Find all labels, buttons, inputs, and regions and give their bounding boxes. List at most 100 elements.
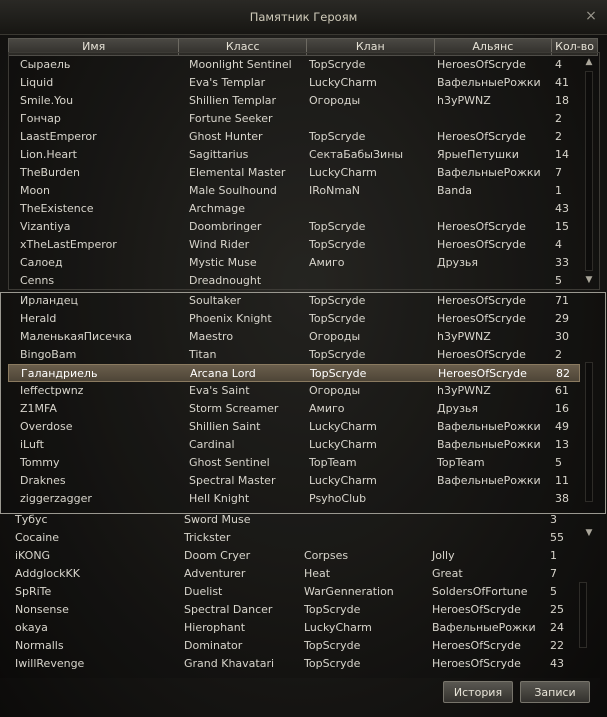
table-row[interactable]: Nonsense Spectral Dancer TopScryde HeroesOf… bbox=[4, 601, 576, 619]
table-row[interactable]: okaya Hierophant LuckyCharm ВафельныеРожки 2… bbox=[4, 619, 576, 637]
table-row[interactable]: Liquid Eva's Templar LuckyCharm ВафельныеРо… bbox=[10, 74, 580, 92]
table-row[interactable]: Cenns Dreadnought 5 bbox=[10, 272, 580, 290]
cell-clan: TopScryde bbox=[304, 657, 361, 670]
table-row[interactable]: AddglockKK Adventurer Heat Great 7 bbox=[4, 565, 576, 583]
cell-clan: LuckyCharm bbox=[309, 420, 377, 433]
cell-alliance: HeroesOfScryde bbox=[437, 238, 526, 251]
cell-alliance: HeroesOfScryde bbox=[438, 367, 527, 380]
table-row[interactable]: Overdose Shillien Saint LuckyCharm Вафельны… bbox=[8, 418, 580, 436]
cell-count: 61 bbox=[555, 384, 569, 397]
table-row[interactable]: Салоед Mystic Muse Амиго Друзья 33 bbox=[10, 254, 580, 272]
cell-alliance: Great bbox=[432, 567, 463, 580]
table-row[interactable]: Ieffectpwnz Eva's Saint Огороды h3yPWNZ 61 bbox=[8, 382, 580, 400]
cell-name: Overdose bbox=[20, 420, 73, 433]
table-row[interactable]: Draknes Spectral Master LuckyCharm Вафельны… bbox=[8, 472, 580, 490]
table-row[interactable]: Vizantiya Doombringer TopScryde HeroesOfScr… bbox=[10, 218, 580, 236]
cell-class: Duelist bbox=[184, 585, 223, 598]
cell-class: Archmage bbox=[189, 202, 246, 215]
cell-name: Smile.You bbox=[20, 94, 74, 107]
cell-class: Storm Screamer bbox=[189, 402, 279, 415]
cell-name: Ирландец bbox=[20, 294, 79, 307]
cell-name: Lion.Heart bbox=[20, 148, 77, 161]
cell-clan: LuckyCharm bbox=[309, 166, 377, 179]
cell-clan: LuckyCharm bbox=[304, 621, 372, 634]
cell-alliance: HeroesOfScryde bbox=[437, 130, 526, 143]
table-row[interactable]: TheExistence Archmage 43 bbox=[10, 200, 580, 218]
top-scrollbar[interactable]: ▲ ▼ bbox=[582, 57, 596, 287]
table-row[interactable]: Тубус Sword Muse 3 bbox=[4, 511, 576, 529]
cell-name: SpRiTe bbox=[15, 585, 52, 598]
cell-alliance: TopTeam bbox=[437, 456, 485, 469]
cell-class: Wind Rider bbox=[189, 238, 250, 251]
cell-class: Grand Khavatari bbox=[184, 657, 275, 670]
scroll-track[interactable] bbox=[579, 582, 587, 648]
table-row[interactable]: xTheLastEmperor Wind Rider TopScryde Heroes… bbox=[10, 236, 580, 254]
history-button[interactable]: История bbox=[443, 681, 513, 703]
table-row[interactable]: iKONG Doom Cryer Corpses Jolly 1 bbox=[4, 547, 576, 565]
cell-clan: PsyhoClub bbox=[309, 492, 367, 505]
table-row[interactable]: МаленькаяПисечка Maestro Огороды h3yPWNZ 30 bbox=[8, 328, 580, 346]
table-row[interactable]: ziggerzagger Hell Knight PsyhoClub 38 bbox=[8, 490, 580, 508]
cell-name: Tommy bbox=[20, 456, 60, 469]
table-row[interactable]: Ирландец Soultaker TopScryde HeroesOfScryde… bbox=[8, 292, 580, 310]
scroll-track[interactable] bbox=[585, 71, 593, 271]
cell-class: Moonlight Sentinel bbox=[189, 58, 292, 71]
table-row[interactable]: SpRiTe Duelist WarGenneration SoldersOfFort… bbox=[4, 583, 576, 601]
cell-name: Галандриель bbox=[21, 367, 98, 380]
bottom-scrollbar[interactable] bbox=[576, 582, 590, 682]
cell-alliance: HeroesOfScryde bbox=[437, 220, 526, 233]
table-row[interactable]: Smile.You Shillien Templar Огороды h3yPWNZ 1… bbox=[10, 92, 580, 110]
table-row[interactable]: LaastEmperor Ghost Hunter TopScryde HeroesO… bbox=[10, 128, 580, 146]
cell-alliance: HeroesOfScryde bbox=[437, 312, 526, 325]
cell-alliance: h3yPWNZ bbox=[437, 94, 491, 107]
cell-count: 29 bbox=[555, 312, 569, 325]
cell-name: ziggerzagger bbox=[20, 492, 92, 505]
cell-name: AddglockKK bbox=[15, 567, 80, 580]
cell-class: Hierophant bbox=[184, 621, 246, 634]
table-row[interactable]: IwillRevenge Grand Khavatari TopScryde Hero… bbox=[4, 655, 576, 673]
cell-clan: Амиго bbox=[309, 256, 345, 269]
cell-count: 43 bbox=[555, 202, 569, 215]
cell-name: Nonsense bbox=[15, 603, 69, 616]
table-row[interactable]: Cocaine Trickster 55 bbox=[4, 529, 576, 547]
table-row[interactable]: Normalls Dominator TopScryde HeroesOfScryde… bbox=[4, 637, 576, 655]
scroll-track[interactable] bbox=[585, 362, 593, 502]
table-row[interactable]: TheBurden Elemental Master LuckyCharm Вафел… bbox=[10, 164, 580, 182]
cell-count: 15 bbox=[555, 220, 569, 233]
cell-name: Ieffectpwnz bbox=[20, 384, 84, 397]
records-button[interactable]: Записи bbox=[520, 681, 590, 703]
cell-clan: Огороды bbox=[309, 384, 361, 397]
table-row[interactable]: Herald Phoenix Knight TopScryde HeroesOfScr… bbox=[8, 310, 580, 328]
table-row[interactable]: iLuft Cardinal LuckyCharm ВафельныеРожки 13 bbox=[8, 436, 580, 454]
table-row[interactable]: Гончар Fortune Seeker 2 bbox=[10, 110, 580, 128]
scroll-down-icon[interactable]: ▼ bbox=[582, 528, 596, 538]
cell-clan: TopScryde bbox=[310, 367, 367, 380]
scroll-up-icon[interactable]: ▲ bbox=[582, 57, 596, 67]
cell-name: Тубус bbox=[15, 513, 48, 526]
table-row[interactable]: Tommy Ghost Sentinel TopTeam TopTeam 5 bbox=[8, 454, 580, 472]
cell-name: Сыраель bbox=[20, 58, 71, 71]
table-row[interactable]: Сыраель Moonlight Sentinel TopScryde Heroes… bbox=[10, 56, 580, 74]
table-row[interactable]: Галандриель Arcana Lord TopScryde HeroesOfS… bbox=[8, 364, 580, 382]
scroll-down-icon[interactable]: ▼ bbox=[582, 275, 596, 285]
cell-alliance: SoldersOfFortune bbox=[432, 585, 528, 598]
middle-scrollbar[interactable]: ▼ bbox=[582, 352, 596, 538]
cell-alliance: Друзья bbox=[437, 402, 479, 415]
cell-clan: IRoNmaN bbox=[309, 184, 361, 197]
cell-alliance: ВафельныеРожки bbox=[437, 438, 541, 451]
table-row[interactable]: Lion.Heart Sagittarius СектаБабыЗины ЯрыеПе… bbox=[10, 146, 580, 164]
cell-alliance: HeroesOfScryde bbox=[432, 657, 521, 670]
cell-alliance: Banda bbox=[437, 184, 472, 197]
table-row[interactable]: Moon Male Soulhound IRoNmaN Banda 1 bbox=[10, 182, 580, 200]
cell-class: Eva's Saint bbox=[189, 384, 250, 397]
table-row[interactable]: BingoBam Titan TopScryde HeroesOfScryde 2 bbox=[8, 346, 580, 364]
cell-count: 14 bbox=[555, 148, 569, 161]
cell-clan: TopTeam bbox=[309, 456, 357, 469]
table-row[interactable]: Z1MFA Storm Screamer Амиго Друзья 16 bbox=[8, 400, 580, 418]
cell-count: 5 bbox=[555, 456, 562, 469]
cell-name: Cocaine bbox=[15, 531, 59, 544]
cell-count: 25 bbox=[550, 603, 564, 616]
cell-count: 4 bbox=[555, 58, 562, 71]
cell-name: xTheLastEmperor bbox=[20, 238, 117, 251]
close-icon[interactable]: × bbox=[583, 8, 599, 24]
